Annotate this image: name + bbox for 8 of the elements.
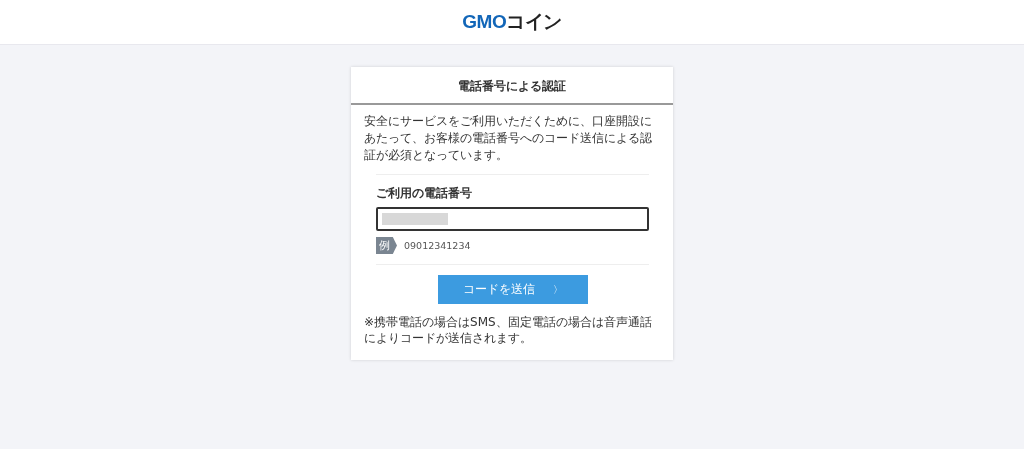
logo[interactable]: GMOコイン xyxy=(462,9,562,35)
example-badge: 例 xyxy=(376,237,397,254)
phone-input-field[interactable] xyxy=(376,207,649,231)
field-label: ご利用の電話番号 xyxy=(376,185,473,202)
example-number: 09012341234 xyxy=(404,240,471,251)
card-title: 電話番号による認証 xyxy=(351,67,673,105)
intro-text: 安全にサービスをご利用いただくために、口座開設にあたって、お客様の電話番号へのコード送信による認証が必須となっています。 xyxy=(364,113,653,164)
note-text: ※携帯電話の場合はSMS、固定電話の場合は音声通話によりコードが送信されます。 xyxy=(364,314,653,346)
